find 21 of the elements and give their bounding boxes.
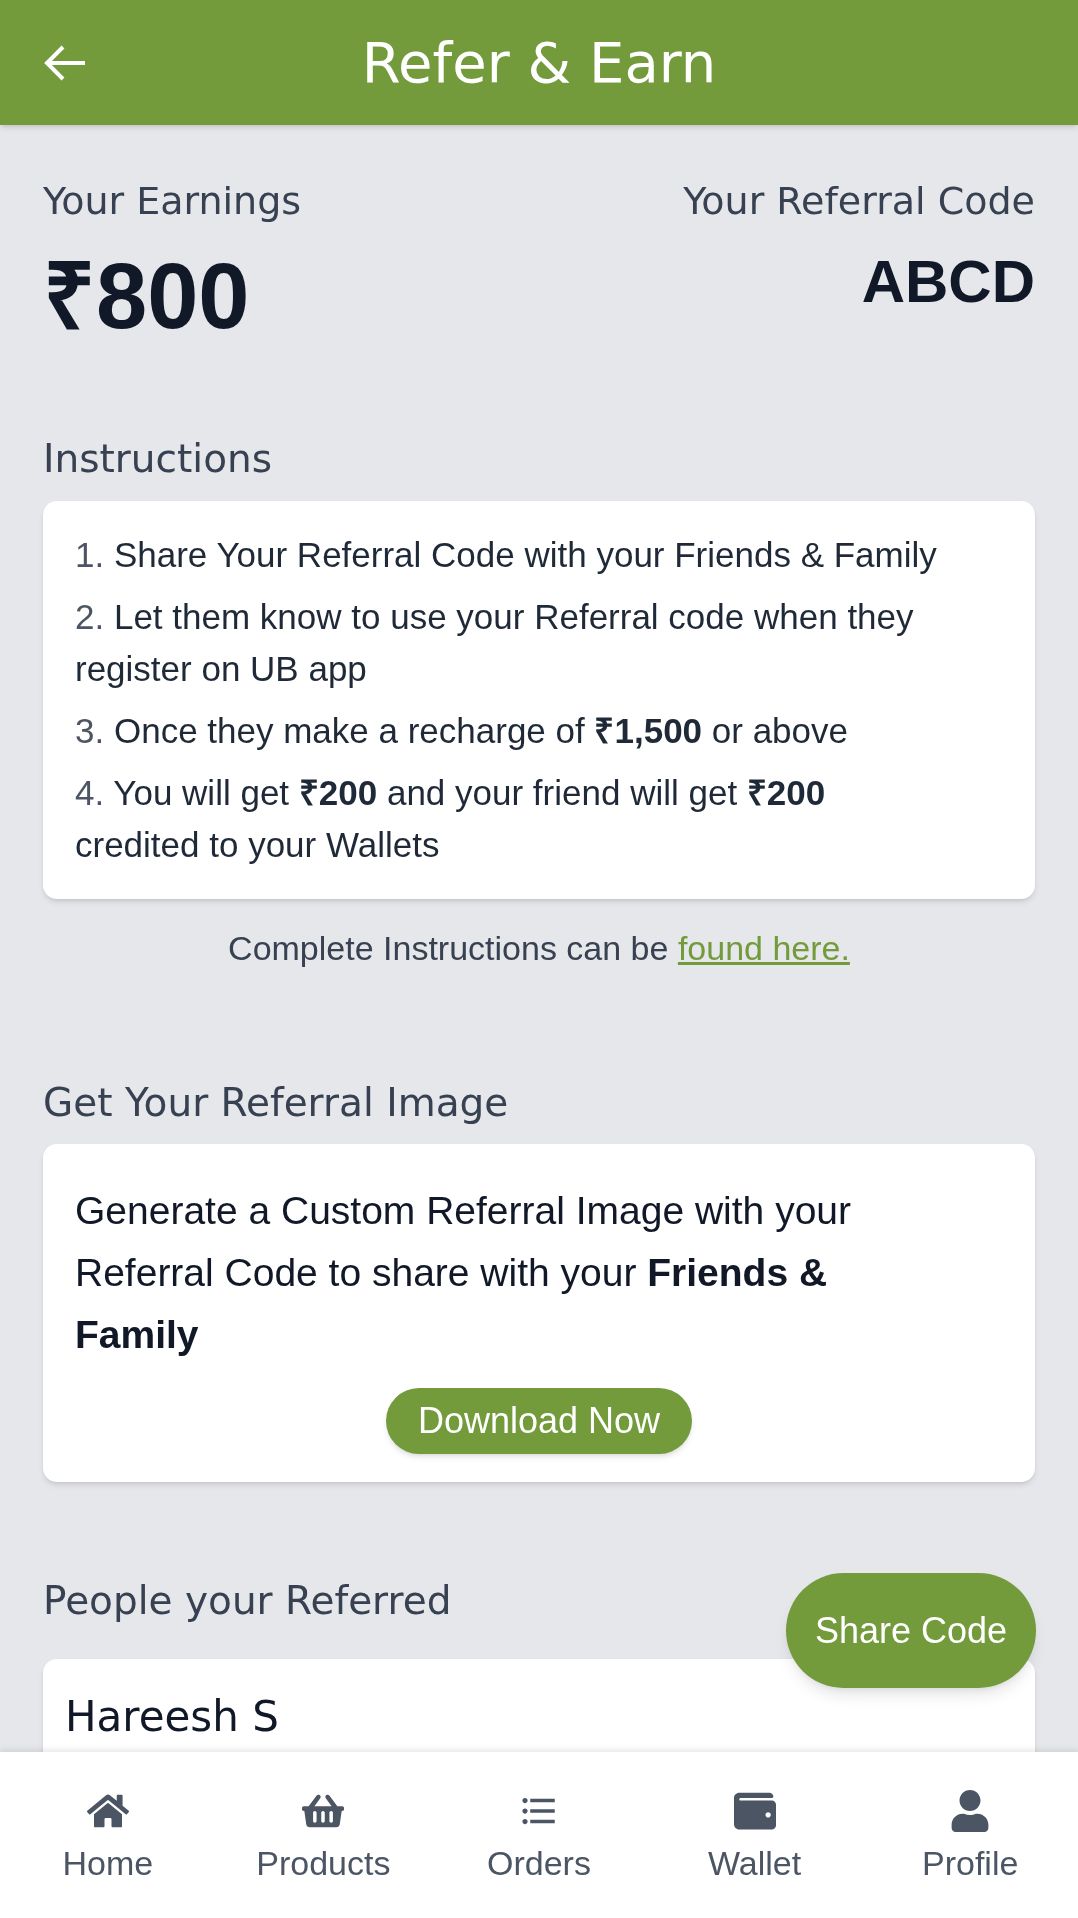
earnings-label: Your Earnings	[43, 178, 302, 225]
instruction-step: 4. You will get ₹200 and your friend will get ₹200 credited to your Wallets	[75, 766, 945, 871]
nav-item[interactable]: Products	[233, 1790, 414, 1880]
section-heading: People your Referred	[43, 1577, 452, 1625]
instruction-step: 1. Share Your Referral Code with your Friends & Family	[75, 528, 945, 581]
instruction-step: 3. Once they make a recharge of ₹1,500 or above	[75, 704, 945, 757]
back-arrow-icon	[43, 43, 87, 83]
section-heading: Get Your Referral Image	[43, 1078, 510, 1127]
referral-code: ABCD	[861, 252, 1035, 312]
earnings-amount: ₹800	[43, 250, 251, 342]
nav-item[interactable]: Home	[17, 1790, 198, 1880]
person-name: Hareesh S	[65, 1691, 279, 1741]
nav-item[interactable]: Wallet	[664, 1790, 845, 1880]
section-heading: Instructions	[43, 435, 274, 483]
referral-image-description: Generate a Custom Referral Image with your Referral Code to share with your Friends & Family	[75, 1188, 852, 1358]
nav-item[interactable]: Profile	[880, 1790, 1061, 1880]
wallet-icon	[733, 1790, 776, 1832]
nav-item[interactable]: Orders	[449, 1790, 629, 1880]
page-title: Refer & Earn	[361, 34, 717, 91]
referral-code-label: Your Referral Code	[683, 178, 1035, 225]
instructions-note: Complete Instructions can be found here.	[227, 927, 851, 969]
